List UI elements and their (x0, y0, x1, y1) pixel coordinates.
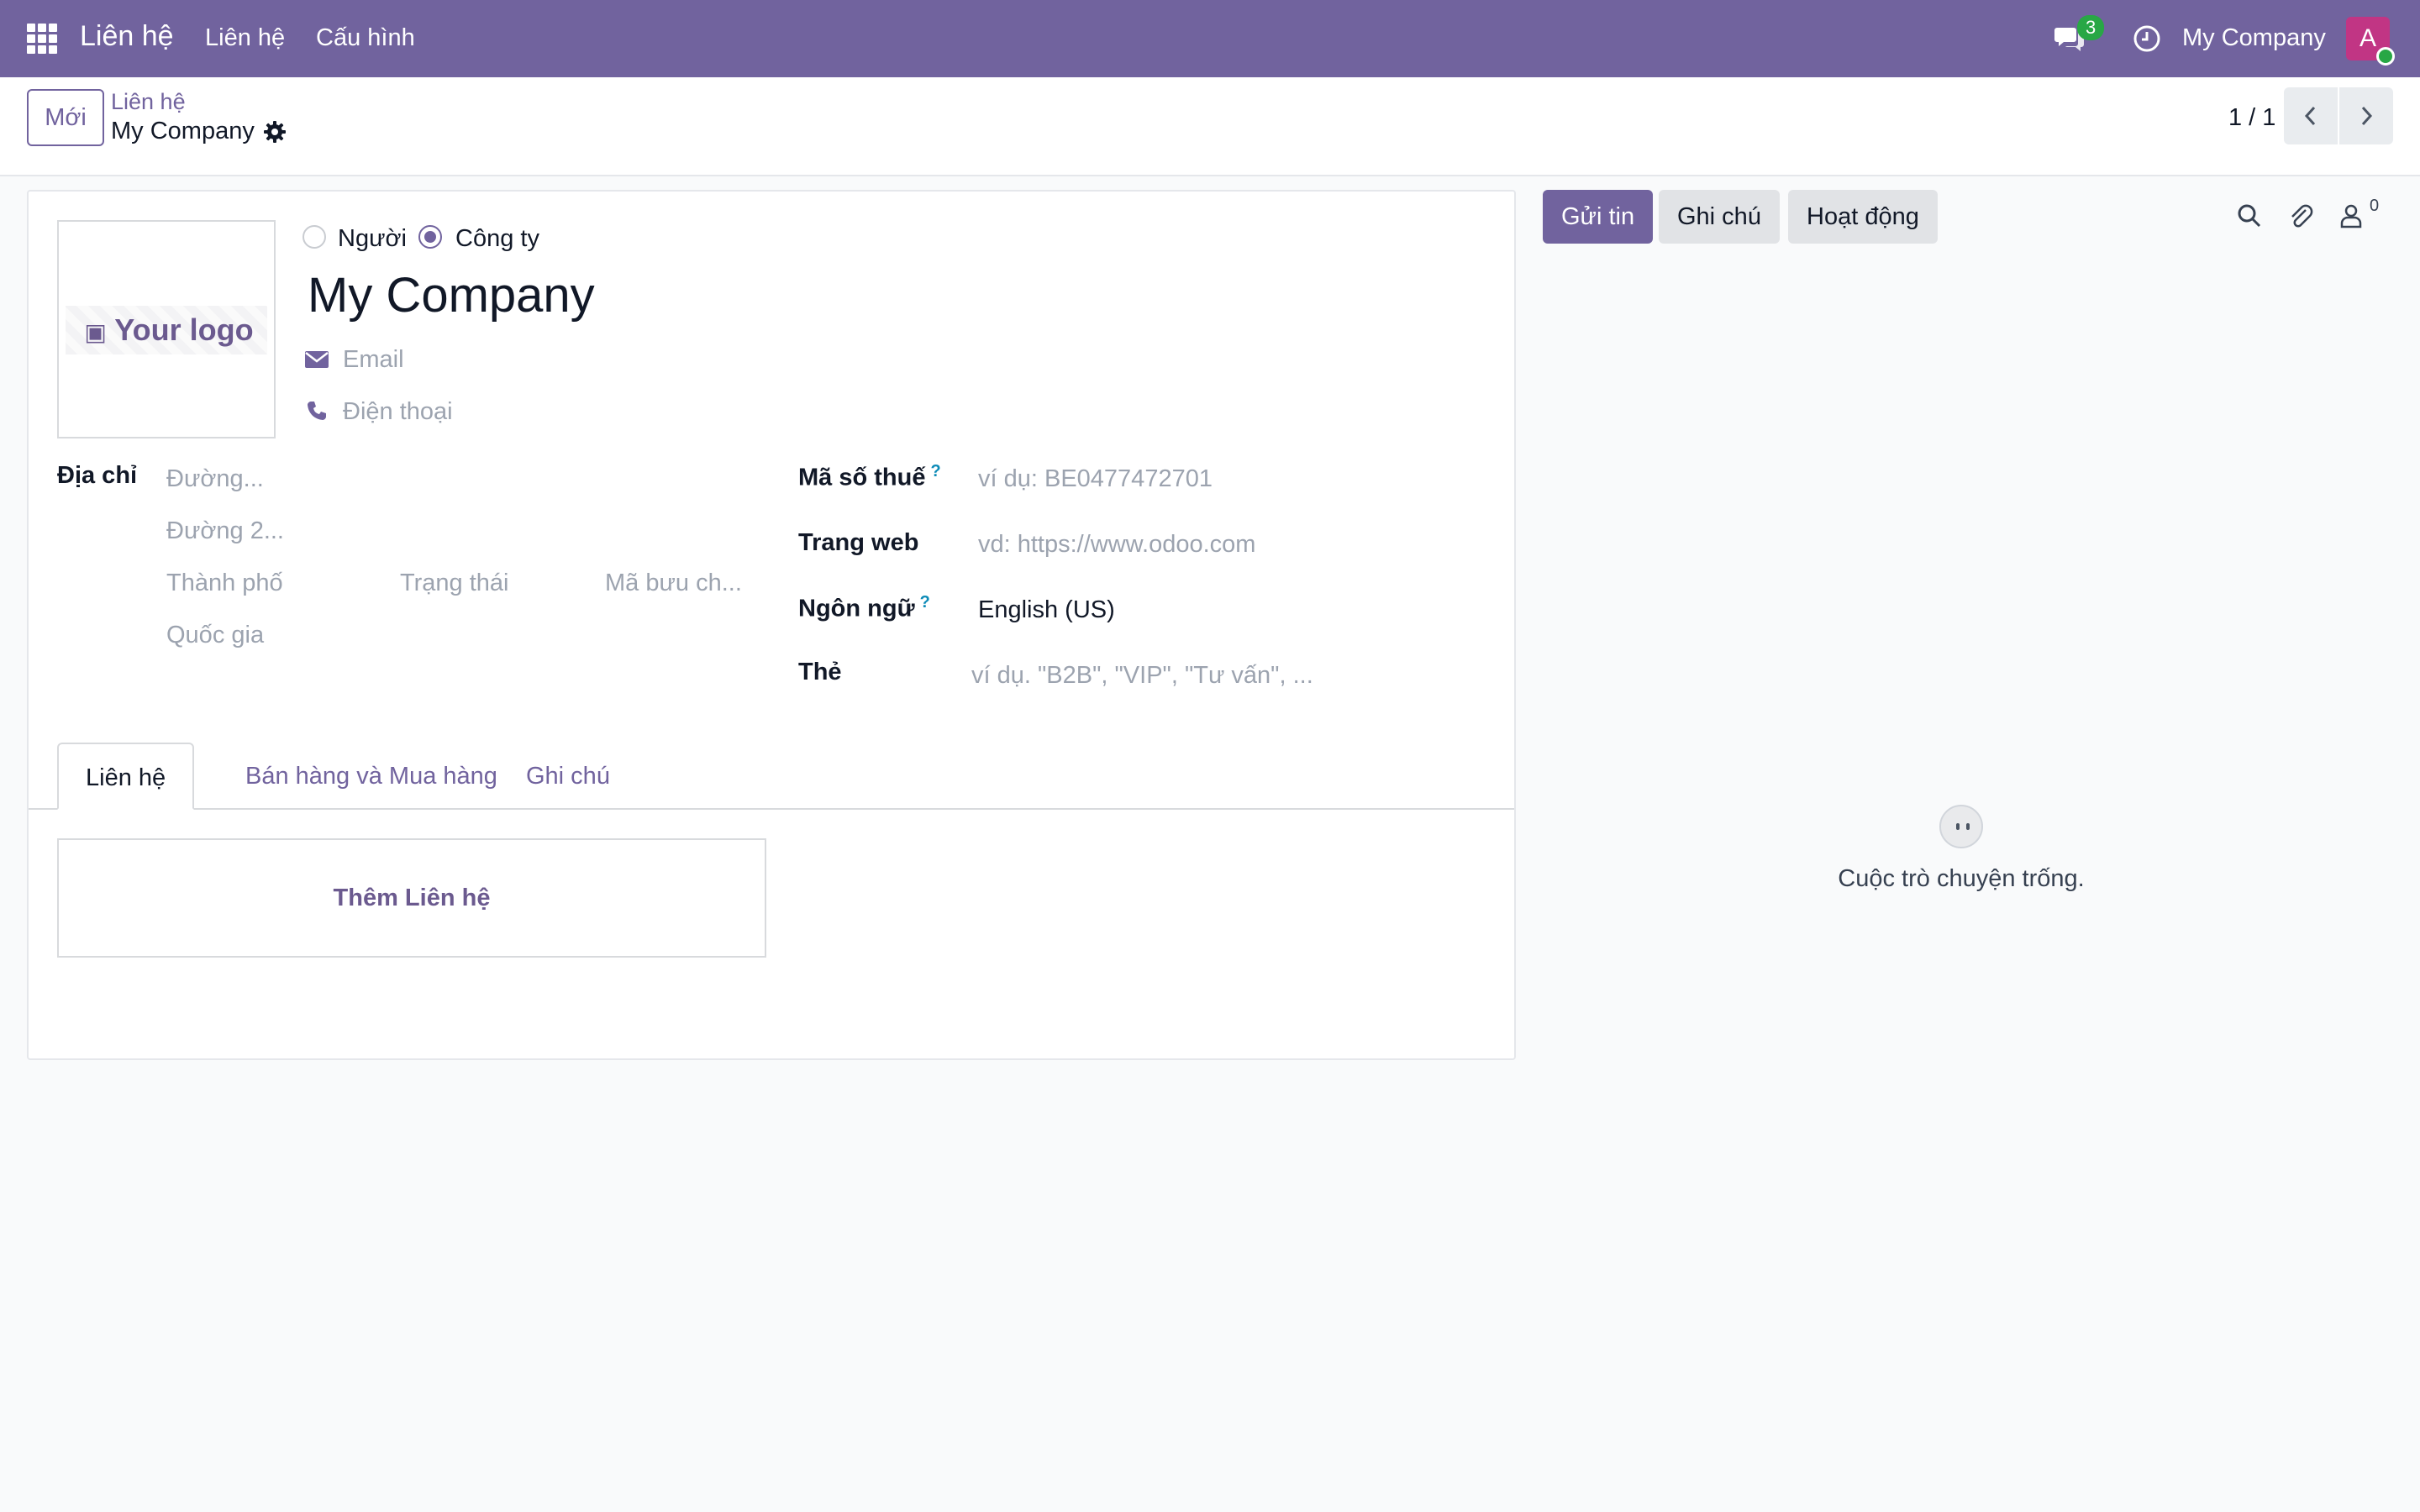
user-avatar[interactable]: A (2346, 17, 2395, 66)
address-label: Địa chỉ (57, 462, 138, 489)
company-switcher[interactable]: My Company (2182, 24, 2326, 52)
website-field[interactable]: vd: https://www.odoo.com (978, 531, 1255, 559)
radio-person-label[interactable]: Người (338, 225, 407, 253)
tab-sales-purchase[interactable]: Bán hàng và Mua hàng (218, 743, 524, 810)
top-navbar: Liên hệ Liên hệ Cấu hình 3 My Company A (0, 0, 2420, 77)
empty-conversation-text: Cuộc trò chuyện trống. (1838, 865, 2085, 892)
menu-contacts[interactable]: Liên hệ (205, 24, 285, 52)
breadcrumb-parent[interactable]: Liên hệ (111, 89, 186, 115)
breadcrumb-current: My Company (111, 118, 255, 144)
tab-contacts[interactable]: Liên hệ (57, 743, 195, 810)
menu-configuration[interactable]: Cấu hình (316, 24, 415, 52)
email-field[interactable]: Email (343, 346, 404, 374)
logo-label: Your logo (114, 312, 254, 347)
add-contact-button[interactable]: Thêm Liên hệ (57, 838, 766, 958)
form-sheet: ▣ Your logo Người Công ty My Company Ema… (27, 190, 1516, 1060)
street2-field[interactable]: Đường 2... (166, 517, 284, 545)
logo-placeholder-text: ▣ Your logo (72, 312, 266, 348)
vat-label-text: Mã số thuế (798, 464, 926, 491)
logo-upload[interactable]: ▣ Your logo (57, 220, 276, 438)
followers-icon[interactable] (2339, 203, 2363, 228)
chat-badge: 3 (2077, 15, 2105, 40)
send-message-button[interactable]: Gửi tin (1543, 190, 1654, 244)
control-panel: Mới Liên hệ My Company 1 / 1 (0, 77, 2420, 176)
new-button[interactable]: Mới (27, 89, 104, 146)
language-label-text: Ngôn ngữ (798, 595, 915, 622)
empty-conversation-icon (1939, 805, 1983, 848)
app-brand[interactable]: Liên hệ (80, 20, 174, 53)
pager-value[interactable]: 1 / 1 (2228, 104, 2275, 132)
city-field[interactable]: Thành phố (166, 570, 283, 597)
tab-notes[interactable]: Ghi chú (499, 743, 637, 810)
state-field[interactable]: Trạng thái (400, 570, 509, 597)
street-field[interactable]: Đường... (166, 465, 264, 493)
chevron-left-icon (2304, 106, 2316, 126)
envelope-icon (305, 351, 329, 368)
clock-icon[interactable] (2133, 0, 2161, 77)
radio-company[interactable] (418, 225, 442, 249)
language-help-icon[interactable]: ? (920, 593, 930, 612)
phone-icon (308, 402, 326, 420)
apps-grid-icon[interactable] (27, 24, 57, 54)
phone-field[interactable]: Điện thoại (343, 398, 453, 426)
country-field[interactable]: Quốc gia (166, 622, 264, 649)
paperclip-icon[interactable] (2287, 203, 2314, 230)
radio-company-label[interactable]: Công ty (455, 225, 539, 253)
language-label: Ngôn ngữ? (798, 593, 930, 623)
zip-field[interactable]: Mã bưu ch... (605, 570, 742, 597)
gear-icon[interactable] (262, 119, 287, 144)
vat-help-icon[interactable]: ? (930, 462, 940, 480)
avatar-letter: A (2359, 24, 2376, 52)
search-icon[interactable] (2237, 203, 2262, 228)
pager-previous-button[interactable] (2284, 87, 2338, 144)
chevron-right-icon (2361, 106, 2373, 126)
activity-button[interactable]: Hoạt động (1788, 190, 1938, 244)
follower-count: 0 (2370, 197, 2380, 215)
log-note-button[interactable]: Ghi chú (1659, 190, 1780, 244)
website-label: Trang web (798, 529, 919, 556)
chat-icon[interactable] (2054, 0, 2086, 77)
vat-label: Mã số thuế? (798, 462, 941, 492)
tags-field[interactable]: ví dụ. "B2B", "VIP", "Tư vấn", ... (971, 662, 1313, 690)
vat-field[interactable]: ví dụ: BE0477472701 (978, 465, 1213, 493)
radio-person[interactable] (302, 225, 326, 249)
camera-icon: ▣ (84, 319, 107, 345)
online-status-dot (2376, 47, 2395, 66)
company-name-input[interactable]: My Company (308, 267, 595, 323)
pager-next-button[interactable] (2339, 87, 2393, 144)
tags-label: Thẻ (798, 659, 842, 685)
language-select[interactable]: English (US) (978, 596, 1115, 624)
